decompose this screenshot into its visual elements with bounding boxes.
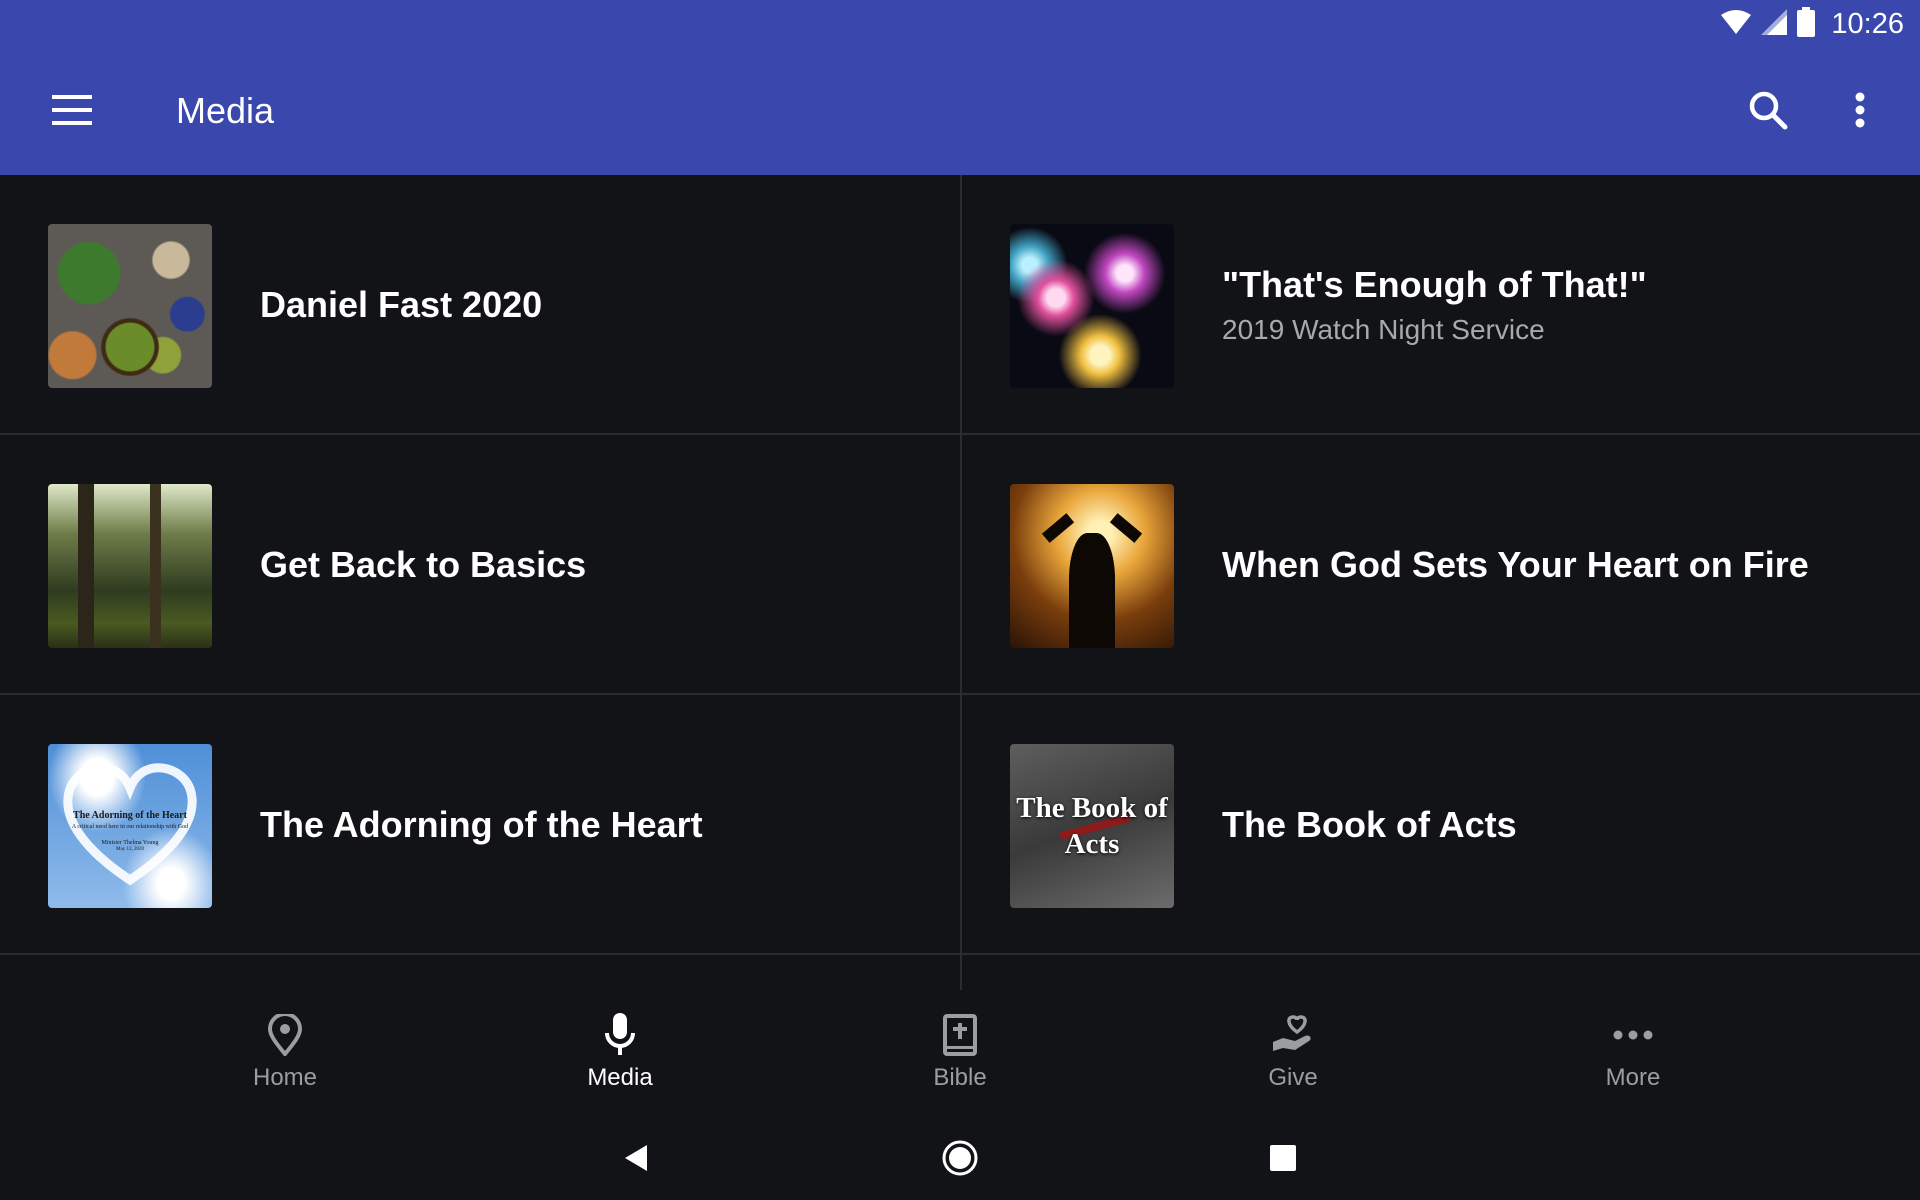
media-item-back-to-basics[interactable]: Get Back to Basics [0, 435, 960, 695]
media-thumbnail [48, 484, 212, 648]
media-thumbnail [1010, 224, 1174, 388]
more-vert-icon [1854, 92, 1866, 133]
nav-label: Bible [933, 1064, 987, 1091]
bible-icon [935, 1010, 985, 1060]
media-thumbnail [1010, 484, 1174, 648]
wifi-icon [1721, 9, 1752, 40]
thumbnail-subtitle: A critical need here in our relationship… [71, 824, 189, 831]
media-thumbnail: The Adorning of the Heart A critical nee… [48, 744, 212, 908]
system-home-button[interactable] [930, 1130, 990, 1190]
media-item-adorning-heart[interactable]: The Adorning of the Heart A critical nee… [0, 695, 960, 955]
menu-button[interactable] [42, 84, 102, 140]
thumbnail-author: Minister Thelma Young [101, 839, 159, 846]
media-title: "That's Enough of That!" [1222, 264, 1647, 305]
thumbnail-date: May 12, 2020 [116, 846, 144, 852]
cell-signal-icon [1761, 8, 1788, 40]
recents-square-icon [1270, 1144, 1296, 1176]
nav-label: Home [252, 1064, 318, 1091]
search-button[interactable] [1740, 84, 1796, 140]
location-pin-icon [260, 1010, 310, 1060]
microphone-icon [595, 1010, 645, 1060]
nav-media[interactable]: Media [520, 995, 720, 1105]
media-title: The Adorning of the Heart [260, 804, 703, 845]
search-icon [1748, 90, 1788, 135]
bottom-navigation: Home Media Bible Give More [0, 995, 1920, 1105]
media-title: When God Sets Your Heart on Fire [1222, 544, 1809, 585]
home-circle-icon [941, 1139, 979, 1182]
overflow-menu-button[interactable] [1832, 84, 1888, 140]
media-title: Daniel Fast 2020 [260, 284, 543, 325]
status-bar: 10:26 [1721, 6, 1904, 42]
hamburger-menu-icon [52, 94, 92, 130]
nav-bible[interactable]: Bible [860, 995, 1060, 1105]
media-title: Get Back to Basics [260, 544, 587, 585]
back-icon [623, 1143, 649, 1178]
battery-icon [1797, 6, 1816, 42]
status-time: 10:26 [1831, 7, 1904, 40]
nav-give[interactable]: Give [1193, 995, 1393, 1105]
page-title: Media [176, 90, 275, 131]
nav-label: Give [1268, 1064, 1318, 1091]
nav-home[interactable]: Home [185, 995, 385, 1105]
system-back-button[interactable] [606, 1130, 666, 1190]
media-item-book-of-acts[interactable]: The Book of Acts The Book of Acts [962, 695, 1920, 955]
app-bar: 10:26 Media [0, 0, 1920, 175]
media-item-thats-enough[interactable]: "That's Enough of That!" 2019 Watch Nigh… [962, 175, 1920, 435]
nav-more[interactable]: More [1533, 995, 1733, 1105]
media-title: The Book of Acts [1222, 804, 1517, 845]
system-navigation-bar [0, 1120, 1920, 1200]
media-thumbnail: The Book of Acts [1010, 744, 1174, 908]
media-grid: Daniel Fast 2020 "That's Enough of That!… [0, 175, 1920, 990]
media-subtitle: 2019 Watch Night Service [1222, 314, 1545, 345]
nav-label: More [1605, 1064, 1661, 1091]
system-recents-button[interactable] [1253, 1130, 1313, 1190]
nav-label: Media [587, 1064, 653, 1091]
media-item-heart-on-fire[interactable]: When God Sets Your Heart on Fire [962, 435, 1920, 695]
media-item-daniel-fast[interactable]: Daniel Fast 2020 [0, 175, 960, 435]
thumbnail-title: The Adorning of the Heart [73, 810, 187, 822]
more-horiz-icon [1608, 1010, 1658, 1060]
thumbnail-title-line2: Acts [1064, 828, 1120, 860]
thumbnail-title-line1: The Book of [1016, 792, 1168, 824]
media-thumbnail [48, 224, 212, 388]
give-hand-heart-icon [1268, 1010, 1318, 1060]
